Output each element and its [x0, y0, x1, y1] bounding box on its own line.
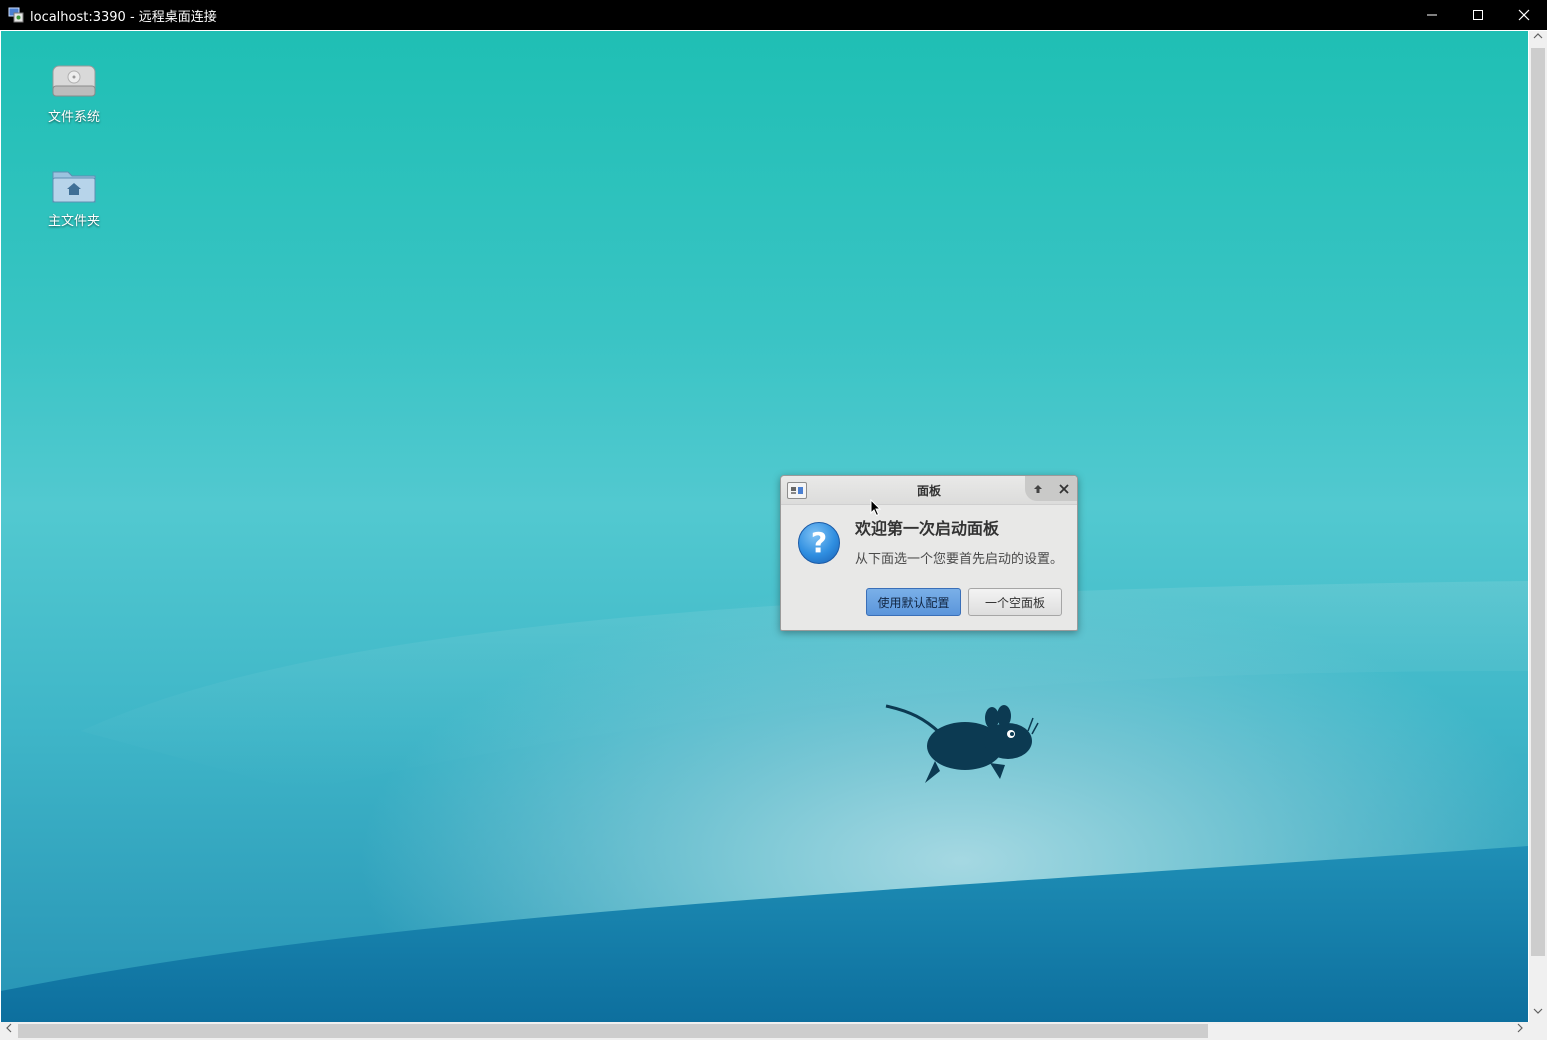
arrow-up-icon [1034, 484, 1042, 493]
close-icon [1059, 483, 1069, 494]
close-icon [1518, 9, 1530, 21]
horizontal-scrollbar[interactable] [0, 1022, 1529, 1040]
scroll-right-icon[interactable] [1512, 1022, 1528, 1040]
desktop-icon-label: 主文件夹 [47, 214, 100, 229]
xfce-mouse-logo [885, 704, 1039, 783]
empty-panel-button[interactable]: 一个空面板 [968, 588, 1062, 616]
scrollbar-corner [1529, 1022, 1547, 1040]
hard-drive-icon [50, 62, 98, 102]
rdp-titlebar[interactable]: localhost:3390 - 远程桌面连接 [0, 0, 1547, 30]
vertical-scroll-thumb[interactable] [1531, 48, 1545, 956]
dialog-heading: 欢迎第一次启动面板 [855, 519, 1000, 538]
close-button[interactable] [1501, 0, 1547, 30]
desktop-icon-filesystem[interactable]: 文件系统 [29, 62, 119, 125]
desktop-icon-label: 文件系统 [47, 110, 100, 125]
dialog-close-button[interactable] [1055, 480, 1073, 498]
panel-dialog: 面板 ? 欢迎第一次启动面板 从下面选一个您要首先启动的设置。 使用默认配置 一… [780, 475, 1078, 631]
use-default-config-button[interactable]: 使用默认配置 [866, 588, 961, 616]
minimize-button[interactable] [1409, 0, 1455, 30]
dialog-window-controls [1025, 476, 1077, 501]
window-controls [1409, 0, 1547, 30]
minimize-icon [1427, 14, 1437, 16]
home-folder-icon [50, 166, 98, 206]
window-title: localhost:3390 - 远程桌面连接 [30, 9, 217, 25]
question-icon: ? [798, 522, 840, 564]
maximize-button[interactable] [1455, 0, 1501, 30]
shade-button[interactable] [1029, 480, 1047, 498]
scroll-up-icon[interactable] [1529, 31, 1547, 47]
vertical-scrollbar[interactable] [1529, 31, 1547, 1022]
maximize-icon [1473, 10, 1483, 20]
scroll-down-icon[interactable] [1529, 1006, 1547, 1022]
dialog-message: 从下面选一个您要首先启动的设置。 [855, 552, 1064, 567]
mouse-cursor [870, 499, 882, 517]
scroll-left-icon[interactable] [1, 1022, 17, 1040]
wallpaper-waves [1, 581, 1528, 1022]
desktop-icon-home[interactable]: 主文件夹 [29, 166, 119, 229]
dialog-titlebar[interactable]: 面板 [781, 476, 1077, 505]
horizontal-scroll-thumb[interactable] [18, 1024, 1208, 1038]
remote-desktop-icon [8, 7, 24, 23]
remote-desktop[interactable]: 文件系统 主文件夹 [1, 31, 1528, 1022]
